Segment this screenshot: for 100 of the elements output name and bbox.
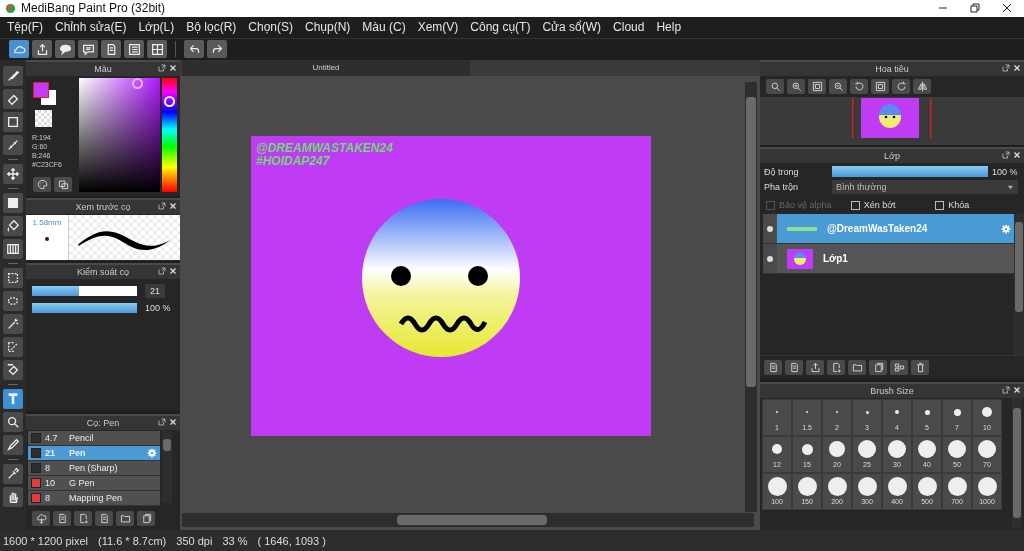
float-icon[interactable] xyxy=(1002,64,1010,73)
merge-button[interactable] xyxy=(890,360,908,376)
menu-item[interactable]: Tệp(F) xyxy=(1,20,49,35)
gear-icon[interactable] xyxy=(1001,223,1011,234)
brush-item[interactable]: 4.7 Pencil xyxy=(28,431,160,447)
speech-bubble-button[interactable] xyxy=(55,40,75,59)
restore-icon[interactable] xyxy=(970,3,980,14)
hand-tool[interactable] xyxy=(3,487,23,508)
menu-item[interactable]: Chọn(S) xyxy=(242,20,299,35)
magnifier-button[interactable] xyxy=(766,79,784,95)
cloud-button[interactable] xyxy=(9,40,29,59)
palette-button[interactable] xyxy=(33,177,51,193)
page-button[interactable] xyxy=(764,360,782,376)
brush-tool[interactable] xyxy=(3,66,23,87)
undo-button[interactable] xyxy=(184,40,204,59)
float-icon[interactable] xyxy=(1002,386,1010,395)
copy-button[interactable] xyxy=(137,511,155,527)
object-select-tool[interactable] xyxy=(3,412,23,433)
menu-item[interactable]: Help xyxy=(650,20,688,35)
size-slider[interactable] xyxy=(32,286,137,297)
menu-item[interactable]: Chỉnh sửa(E) xyxy=(49,20,133,35)
layer-option[interactable]: Xén bớt xyxy=(850,200,936,211)
selection-eraser-tool[interactable] xyxy=(3,360,23,381)
comment-button[interactable] xyxy=(78,40,98,59)
page-button[interactable] xyxy=(95,511,113,527)
layer-opacity-slider[interactable] xyxy=(832,166,988,178)
grid-button[interactable] xyxy=(147,40,167,59)
square-tool[interactable] xyxy=(3,112,23,133)
wand-tool[interactable] xyxy=(3,314,23,335)
size-value[interactable]: 21 xyxy=(145,284,165,299)
brush-item[interactable]: 8 Mapping Pen xyxy=(28,491,160,507)
gear-icon[interactable] xyxy=(147,448,157,459)
close-icon[interactable] xyxy=(1002,3,1012,14)
brush-item[interactable]: 8 Pen (Sharp) xyxy=(28,461,160,477)
menu-item[interactable]: Chụp(N) xyxy=(299,20,357,35)
redo-button[interactable] xyxy=(207,40,227,59)
menu-item[interactable]: Lớp(L) xyxy=(132,20,181,35)
page-button[interactable] xyxy=(101,40,121,59)
menu-item[interactable]: Bộ lọc(R) xyxy=(180,20,243,35)
upload-button[interactable] xyxy=(32,40,52,59)
color-field[interactable] xyxy=(79,78,160,193)
float-icon[interactable] xyxy=(158,267,166,276)
selection-tool[interactable] xyxy=(3,268,23,289)
scrollbar[interactable] xyxy=(1014,214,1024,356)
hue-handle[interactable] xyxy=(164,96,175,108)
scrollbar[interactable] xyxy=(745,82,757,513)
list-button[interactable] xyxy=(124,40,144,59)
gradient-tool[interactable] xyxy=(3,239,23,260)
scrollbar[interactable] xyxy=(162,431,172,504)
document-tab[interactable]: Untitled xyxy=(182,60,470,77)
visibility-dot[interactable] xyxy=(767,225,773,232)
trash-button[interactable] xyxy=(911,360,929,376)
text-tool[interactable] xyxy=(3,389,23,410)
opacity-slider[interactable] xyxy=(32,303,137,314)
layer-option[interactable]: Khóa xyxy=(935,200,1020,211)
swatches-button[interactable] xyxy=(54,177,72,193)
dropper-tool[interactable] xyxy=(3,464,23,485)
move-tool[interactable] xyxy=(3,164,23,185)
fit-button[interactable] xyxy=(871,79,889,95)
fit-button[interactable] xyxy=(808,79,826,95)
page-button[interactable] xyxy=(53,511,71,527)
color-swatches[interactable] xyxy=(33,82,59,107)
folder-button[interactable] xyxy=(848,360,866,376)
brush-item[interactable]: 10 G Pen xyxy=(28,476,160,492)
scrollbar[interactable] xyxy=(182,513,754,528)
hue-bar[interactable] xyxy=(162,78,177,193)
add-page-button[interactable] xyxy=(827,360,845,376)
menu-item[interactable]: Màu (C) xyxy=(356,20,412,35)
menu-item[interactable]: Cloud xyxy=(607,20,651,35)
float-icon[interactable] xyxy=(1002,151,1010,160)
lasso-tool[interactable] xyxy=(3,291,23,312)
checkbox[interactable] xyxy=(935,200,945,210)
zoom-in-button[interactable] xyxy=(787,79,805,95)
ruler-tool[interactable] xyxy=(3,135,23,156)
zoom-out-button[interactable] xyxy=(829,79,847,95)
page-button[interactable] xyxy=(785,360,803,376)
flip-button[interactable] xyxy=(913,79,931,95)
rotate-left-button[interactable] xyxy=(850,79,868,95)
filled-square-tool[interactable] xyxy=(3,193,23,214)
layer-item[interactable]: Lớp1 xyxy=(763,244,1014,275)
eraser-tool[interactable] xyxy=(3,89,23,110)
float-icon[interactable] xyxy=(158,418,166,427)
float-icon[interactable] xyxy=(158,202,166,211)
rotate-right-button[interactable] xyxy=(892,79,910,95)
float-icon[interactable] xyxy=(158,64,166,73)
checkbox[interactable] xyxy=(850,200,860,210)
scrollbar[interactable] xyxy=(1012,398,1022,529)
cloud-download-button[interactable] xyxy=(32,511,50,527)
menu-item[interactable]: Xem(V) xyxy=(411,20,465,35)
transparent-swatch[interactable] xyxy=(35,110,52,128)
add-page-button[interactable] xyxy=(74,511,92,527)
pen-tool[interactable] xyxy=(3,435,23,456)
upload-button[interactable] xyxy=(806,360,824,376)
folder-button[interactable] xyxy=(116,511,134,527)
visibility-dot[interactable] xyxy=(767,255,773,262)
bucket-tool[interactable] xyxy=(3,216,23,237)
menu-item[interactable]: Cửa sổ(W) xyxy=(536,20,608,35)
blend-dropdown[interactable]: Bình thường xyxy=(832,180,1018,195)
picker-handle[interactable] xyxy=(132,78,143,90)
copy-button[interactable] xyxy=(869,360,887,376)
